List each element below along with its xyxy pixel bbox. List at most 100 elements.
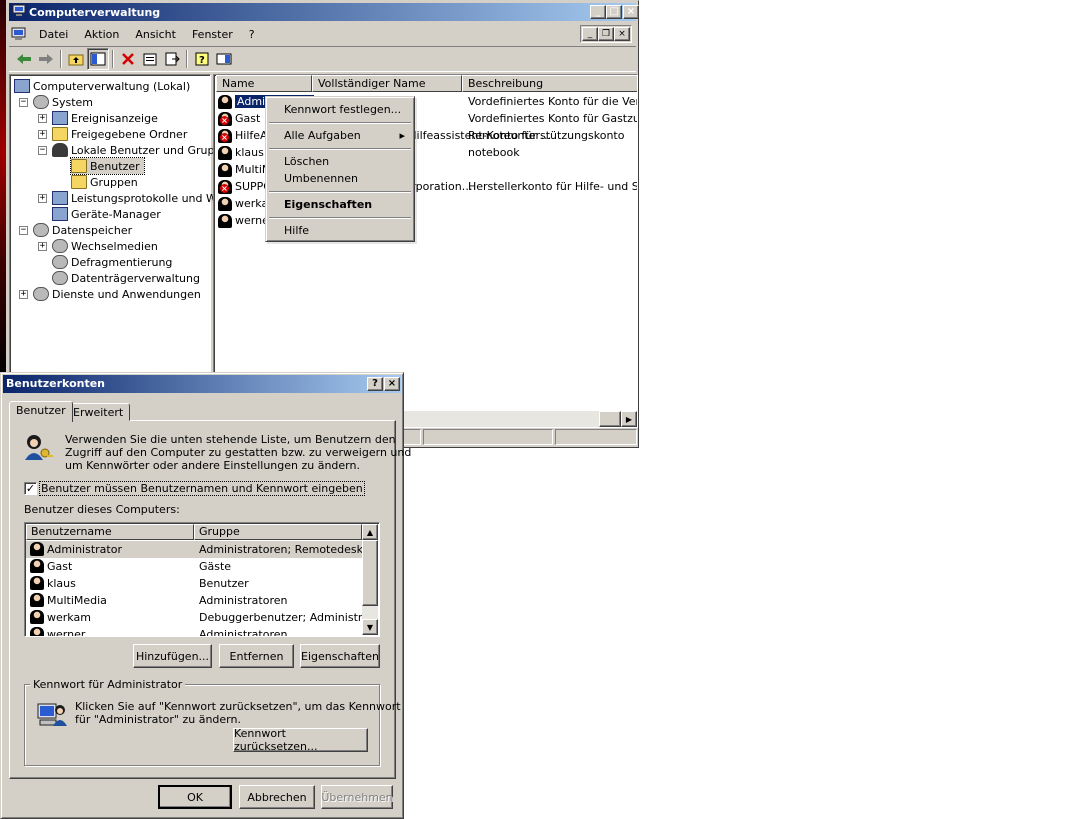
column-header-group[interactable]: Gruppe <box>194 524 362 540</box>
user-row-multimedia[interactable]: MultiMedia Administratoren <box>26 592 362 609</box>
tree-item-defrag[interactable]: Defragmentierung <box>52 254 172 270</box>
scroll-down-button[interactable]: ▼ <box>362 619 378 635</box>
dialog-close-button[interactable]: × <box>384 377 400 391</box>
ctx-set-password[interactable]: Kennwort festlegen... <box>269 101 411 118</box>
window-titlebar[interactable]: Computerverwaltung _ □ × <box>9 3 639 21</box>
dialog-titlebar[interactable]: Benutzerkonten ? × <box>3 375 401 393</box>
status-segment <box>555 429 637 445</box>
scroll-thumb[interactable] <box>599 411 621 427</box>
help-icon[interactable]: ? <box>191 48 213 70</box>
disabled-user-icon <box>218 129 232 143</box>
users-listview[interactable]: Benutzername Gruppe Administrator Admini… <box>24 522 380 637</box>
tree-item-groups[interactable]: Gruppen <box>71 174 138 190</box>
shared-folder-icon <box>52 127 68 141</box>
device-manager-icon <box>52 207 68 221</box>
tree-pane[interactable]: Computerverwaltung (Lokal) − System + Er… <box>9 74 269 374</box>
ctx-separator <box>269 148 411 150</box>
tree-item-disk-management[interactable]: Datenträgerverwaltung <box>52 270 200 286</box>
cancel-button[interactable]: Abbrechen <box>239 785 315 809</box>
expander-expand[interactable]: + <box>19 290 28 299</box>
tab-benutzer[interactable]: Benutzer <box>9 401 73 422</box>
ctx-delete[interactable]: Löschen <box>269 153 411 170</box>
user-row-gast[interactable]: Gast Gäste <box>26 558 362 575</box>
show-tree-icon[interactable] <box>87 48 109 70</box>
window-title: Computerverwaltung <box>29 5 161 19</box>
scroll-right-button[interactable]: ▶ <box>621 411 637 427</box>
svg-text:?: ? <box>199 55 205 66</box>
action-pane-icon[interactable] <box>213 48 235 70</box>
apply-button[interactable]: Übernehmen <box>321 785 393 809</box>
tree-item-removable-media[interactable]: Wechselmedien <box>52 238 158 254</box>
user-row-administrator[interactable]: Administrator Administratoren; Remotedes… <box>26 541 374 558</box>
user-icon <box>30 542 44 556</box>
menu-datei[interactable]: Datei <box>31 25 76 43</box>
dialog-help-button[interactable]: ? <box>367 377 383 391</box>
user-row-werner[interactable]: werner Administratoren <box>26 626 362 636</box>
document-window-buttons: _ ❐ × <box>580 25 632 43</box>
user-row-klaus[interactable]: klaus Benutzer <box>26 575 362 592</box>
column-header-description[interactable]: Beschreibung <box>462 75 637 92</box>
column-header-username[interactable]: Benutzername <box>26 524 194 540</box>
users-keys-icon <box>25 435 53 460</box>
menu-aktion[interactable]: Aktion <box>76 25 127 43</box>
user-properties-button[interactable]: Eigenschaften <box>300 644 380 668</box>
reset-password-button[interactable]: Kennwort zurücksetzen... <box>233 727 368 753</box>
require-password-label[interactable]: Benutzer müssen Benutzernamen und Kennwo… <box>39 481 365 496</box>
ctx-properties[interactable]: Eigenschaften <box>269 196 411 213</box>
user-icon <box>30 593 44 607</box>
doc-restore-button[interactable]: ❐ <box>598 27 614 41</box>
disk-management-icon <box>52 271 68 285</box>
child-window-icon[interactable] <box>11 27 27 41</box>
tab-erweitert[interactable]: Erweitert <box>66 403 131 421</box>
menu-ansicht[interactable]: Ansicht <box>127 25 184 43</box>
maximize-button[interactable]: □ <box>606 5 622 19</box>
status-segment <box>423 429 553 445</box>
ctx-all-tasks[interactable]: Alle Aufgaben ▸ <box>269 127 411 144</box>
storage-icon <box>33 223 49 237</box>
ctx-rename[interactable]: Umbenennen <box>269 170 411 187</box>
expander-collapse[interactable]: − <box>38 146 47 155</box>
delete-icon[interactable] <box>117 48 139 70</box>
folder-open-icon <box>71 159 87 173</box>
doc-close-button[interactable]: × <box>614 27 630 41</box>
properties-icon[interactable] <box>139 48 161 70</box>
tree-item-shared-folders[interactable]: Freigegebene Ordner <box>52 126 187 142</box>
computer-management-icon <box>12 4 26 16</box>
tree-item-users[interactable]: Benutzer <box>70 157 145 175</box>
expander-expand[interactable]: + <box>38 242 47 251</box>
expander-expand[interactable]: + <box>38 194 47 203</box>
menu-help[interactable]: ? <box>241 25 263 43</box>
minimize-button[interactable]: _ <box>590 5 606 19</box>
add-user-button[interactable]: Hinzufügen... <box>133 644 212 668</box>
remove-user-button[interactable]: Entfernen <box>219 644 294 668</box>
require-password-checkbox[interactable]: ✓ <box>24 482 37 495</box>
ctx-help[interactable]: Hilfe <box>269 222 411 239</box>
export-list-icon[interactable] <box>161 48 183 70</box>
close-button[interactable]: × <box>623 5 639 19</box>
user-icon <box>30 559 44 573</box>
vertical-scrollbar[interactable]: ▲ ▼ <box>362 524 378 635</box>
scroll-thumb[interactable] <box>362 540 378 606</box>
expander-collapse[interactable]: − <box>19 226 28 235</box>
scroll-up-button[interactable]: ▲ <box>362 524 378 540</box>
expander-expand[interactable]: + <box>38 114 47 123</box>
expander-expand[interactable]: + <box>38 130 47 139</box>
tree-item-services-applications[interactable]: Dienste und Anwendungen <box>33 286 201 302</box>
user-row-werkam[interactable]: werkam Debuggerbenutzer; Administr… <box>26 609 373 626</box>
forward-arrow-icon[interactable] <box>35 48 57 70</box>
tree-item-computer-management[interactable]: Computerverwaltung (Lokal) <box>14 78 190 94</box>
ok-button[interactable]: OK <box>158 785 232 809</box>
tree-item-local-users-groups[interactable]: Lokale Benutzer und Gruppen <box>52 142 235 158</box>
expander-collapse[interactable]: − <box>19 98 28 107</box>
tree-item-system[interactable]: System <box>33 94 93 110</box>
column-header-fullname[interactable]: Vollständiger Name <box>312 75 462 92</box>
intro-text-line-3: um Kennwörter oder andere Einstellungen … <box>65 459 360 472</box>
doc-minimize-button[interactable]: _ <box>582 27 598 41</box>
menu-fenster[interactable]: Fenster <box>184 25 241 43</box>
back-arrow-icon[interactable] <box>13 48 35 70</box>
column-header-name[interactable]: Name <box>216 75 312 92</box>
tree-item-device-manager[interactable]: Geräte-Manager <box>52 206 161 222</box>
tree-item-storage[interactable]: Datenspeicher <box>33 222 132 238</box>
tree-item-event-viewer[interactable]: Ereignisanzeige <box>52 110 158 126</box>
up-folder-icon[interactable] <box>65 48 87 70</box>
